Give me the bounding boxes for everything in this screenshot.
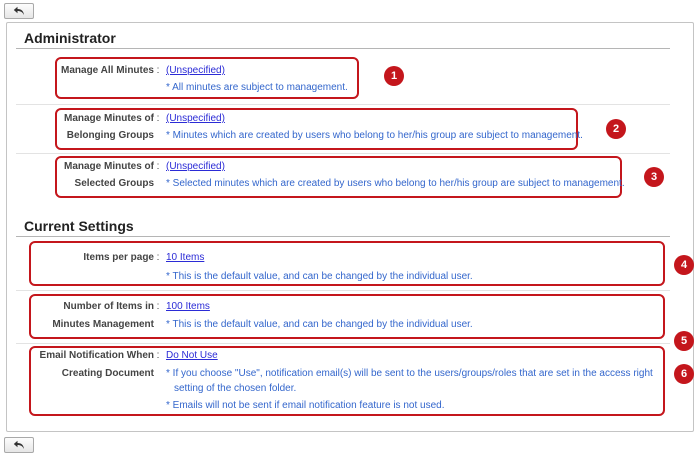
manage-belonging-groups-link[interactable]: (Unspecified): [166, 112, 225, 126]
callout-badge-5: 5: [674, 331, 694, 351]
note-email-notification-3: * Emails will not be sent if email notif…: [166, 400, 445, 411]
row-number-of-items: Number of Items in: Minutes Management 1…: [0, 300, 700, 334]
row-manage-belonging-groups: Manage Minutes of: Belonging Groups (Uns…: [0, 112, 700, 146]
back-arrow-icon: [13, 6, 24, 15]
row-separator: [16, 153, 670, 154]
administrator-section-title: Administrator: [24, 30, 116, 46]
label-minutes-management: Minutes Management: [52, 319, 154, 330]
note-belonging-groups: * Minutes which are created by users who…: [166, 130, 583, 141]
items-per-page-link[interactable]: 10 Items: [166, 251, 204, 265]
row-separator: [16, 104, 670, 105]
manage-selected-groups-link[interactable]: (Unspecified): [166, 160, 225, 174]
label-manage-all-minutes: Manage All Minutes:: [61, 65, 160, 76]
row-separator: [16, 290, 670, 291]
callout-badge-4: 4: [674, 255, 694, 275]
row-separator: [16, 343, 670, 344]
callout-badge-3: 3: [644, 167, 664, 187]
manage-all-minutes-link[interactable]: (Unspecified): [166, 64, 225, 78]
label-email-notification-when: Email Notification When:: [39, 350, 160, 361]
callout-badge-2: 2: [606, 119, 626, 139]
label-items-per-page: Items per page:: [83, 252, 160, 263]
note-email-notification-1: * If you choose "Use", notification emai…: [166, 368, 653, 379]
note-items-per-page: * This is the default value, and can be …: [166, 271, 473, 282]
back-button-top[interactable]: [4, 3, 34, 19]
back-arrow-icon: [13, 440, 24, 449]
section-divider: [16, 48, 670, 49]
current-settings-section-title: Current Settings: [24, 218, 134, 234]
email-notification-link[interactable]: Do Not Use: [166, 349, 218, 363]
label-belonging-groups: Belonging Groups: [66, 130, 154, 141]
label-manage-minutes-of: Manage Minutes of:: [63, 161, 160, 172]
callout-badge-6: 6: [674, 364, 694, 384]
back-button-bottom[interactable]: [4, 437, 34, 453]
label-creating-document: Creating Document: [61, 368, 154, 379]
note-selected-groups: * Selected minutes which are created by …: [166, 178, 625, 189]
note-number-of-items: * This is the default value, and can be …: [166, 319, 473, 330]
row-items-per-page: Items per page: 10 Items * This is the d…: [0, 251, 700, 282]
row-email-notification: Email Notification When: Creating Docume…: [0, 349, 700, 415]
note-email-notification-2: setting of the chosen folder.: [174, 383, 297, 394]
note-manage-all-minutes: * All minutes are subject to management.: [166, 82, 348, 93]
row-manage-selected-groups: Manage Minutes of: Selected Groups (Unsp…: [0, 160, 700, 194]
label-manage-minutes-of: Manage Minutes of:: [63, 113, 160, 124]
callout-badge-1: 1: [384, 66, 404, 86]
row-manage-all-minutes: Manage All Minutes: (Unspecified) * All …: [0, 64, 700, 94]
section-divider: [16, 236, 670, 237]
label-number-of-items-in: Number of Items in:: [63, 301, 160, 312]
label-selected-groups: Selected Groups: [74, 178, 154, 189]
number-of-items-link[interactable]: 100 Items: [166, 300, 210, 314]
